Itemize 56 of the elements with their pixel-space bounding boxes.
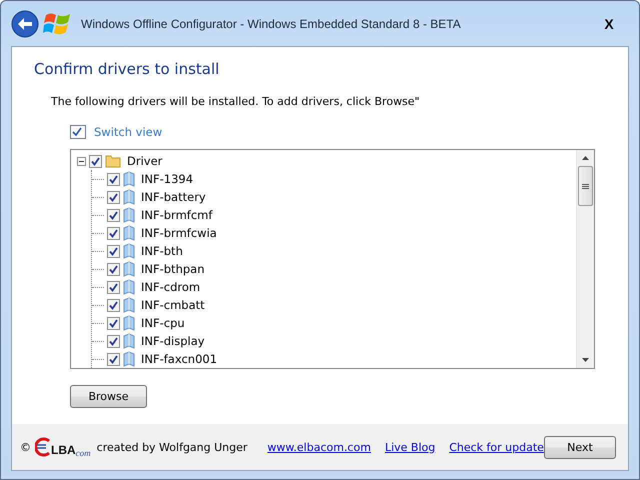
footer-link[interactable]: Live Blog: [384, 440, 436, 454]
footer-link[interactable]: www.elbacom.com: [267, 440, 371, 454]
instruction-text: The following drivers will be installed. To add drivers, click Browse": [51, 95, 421, 108]
switch-view-icon[interactable]: [70, 125, 86, 139]
browse-button[interactable]: Browse: [70, 385, 147, 408]
checkbox[interactable]: [107, 298, 120, 312]
next-button[interactable]: Next: [544, 436, 616, 458]
checkbox[interactable]: [107, 262, 120, 276]
window-title: Windows Offline Configurator - Windows Embedded Standard 8 - BETA: [81, 16, 462, 30]
tree-item[interactable]: INF-brmfcwia: [141, 226, 217, 240]
checkbox[interactable]: [107, 334, 120, 348]
tree-item[interactable]: INF-faxcn001: [141, 352, 218, 366]
driver-icon: [123, 351, 135, 367]
driver-icon: [123, 225, 135, 241]
tree-item[interactable]: INF-1394: [141, 172, 194, 186]
driver-icon: [123, 261, 135, 277]
tree-item[interactable]: INF-bth: [141, 244, 183, 258]
checkbox[interactable]: [107, 226, 120, 240]
scrollbar[interactable]: [576, 150, 594, 368]
driver-icon: [123, 171, 135, 187]
tree-item[interactable]: INF-brmfcmf: [141, 208, 212, 222]
folder-icon: [105, 154, 121, 168]
driver-icon: [123, 207, 135, 223]
checkbox[interactable]: [107, 316, 120, 330]
checkbox[interactable]: [107, 172, 120, 186]
driver-icon: [123, 189, 135, 205]
checkbox[interactable]: [89, 154, 102, 168]
tree-item[interactable]: INF-cpu: [141, 316, 185, 330]
logo-text: LBA: [51, 443, 76, 457]
driver-icon: [123, 279, 135, 295]
tree-item[interactable]: Driver: [127, 154, 162, 168]
back-icon[interactable]: [11, 10, 39, 38]
driver-icon: [123, 333, 135, 349]
driver-icon: [123, 315, 135, 331]
driver-icon: [123, 243, 135, 259]
tree-item[interactable]: INF-display: [141, 334, 205, 348]
tree-item[interactable]: INF-cdrom: [141, 280, 200, 294]
logo-suffix: com: [76, 448, 91, 458]
footer-link[interactable]: Check for update: [449, 440, 544, 454]
grip-icon: [582, 182, 589, 190]
logo-icon: [35, 437, 51, 457]
collapse-icon[interactable]: [77, 156, 86, 166]
checkbox[interactable]: [107, 208, 120, 222]
page-heading: Confirm drivers to install: [34, 60, 220, 78]
tree-item[interactable]: INF-battery: [141, 190, 206, 204]
tree-item[interactable]: INF-cmbatt: [141, 298, 205, 312]
driver-icon: [123, 297, 135, 313]
checkbox[interactable]: [107, 352, 120, 366]
close-button[interactable]: X: [589, 12, 629, 36]
credit-text: created by Wolfgang Unger: [96, 440, 248, 454]
tree-item[interactable]: INF-bthpan: [141, 262, 204, 276]
switch-view-link[interactable]: Switch view: [94, 125, 162, 139]
checkbox[interactable]: [107, 280, 120, 294]
checkbox[interactable]: [107, 190, 120, 204]
checkbox[interactable]: [107, 244, 120, 258]
copyright-symbol: ©: [20, 440, 31, 454]
